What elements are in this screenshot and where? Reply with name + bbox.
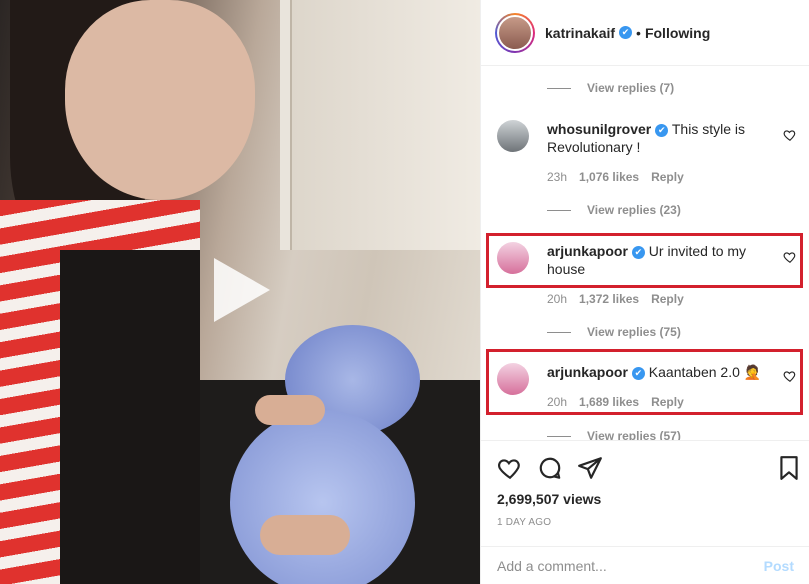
- view-replies-label: View replies (57): [587, 429, 681, 440]
- verified-badge-icon: ✔: [631, 246, 645, 259]
- video-scene-apron: [60, 250, 200, 584]
- comment-body: arjunkapoor ✔ Kaantaben 2.0 🤦: [547, 363, 762, 381]
- comment-text: Kaantaben 2.0 🤦: [648, 364, 762, 380]
- author-avatar[interactable]: [495, 12, 535, 53]
- verified-badge-icon: ✔: [655, 124, 669, 137]
- commenter-avatar[interactable]: [497, 363, 529, 395]
- post-comment-button[interactable]: Post: [764, 558, 794, 574]
- play-icon[interactable]: [214, 258, 270, 322]
- comment-username[interactable]: whosunilgrover: [547, 121, 651, 137]
- comments-list[interactable]: View replies (7) whosunilgrover ✔ This st…: [481, 66, 809, 440]
- comment-age[interactable]: 20h: [547, 395, 567, 409]
- comment-item: arjunkapoor ✔ Ur invited to my house 20h …: [497, 242, 797, 312]
- like-heart-icon[interactable]: [497, 455, 523, 481]
- verified-badge-icon: ✔: [631, 367, 645, 380]
- save-bookmark-icon[interactable]: [776, 455, 802, 481]
- comment-meta: 20h 1,372 likes Reply: [547, 292, 684, 306]
- comment-item: arjunkapoor ✔ Kaantaben 2.0 🤦 20h 1,689 l…: [497, 363, 797, 413]
- comment-icon[interactable]: [537, 455, 563, 481]
- header-separator: •: [636, 24, 641, 41]
- view-replies-button[interactable]: View replies (75): [547, 325, 681, 339]
- comment-meta: 20h 1,689 likes Reply: [547, 395, 684, 409]
- comment-meta: 23h 1,076 likes Reply: [547, 170, 684, 184]
- view-replies-label: View replies (75): [587, 325, 681, 339]
- view-replies-button[interactable]: View replies (57): [547, 429, 681, 440]
- comment-input[interactable]: [497, 557, 764, 574]
- add-comment-bar: Post: [481, 546, 809, 584]
- comment-body: whosunilgrover ✔ This style is Revolution…: [547, 120, 762, 156]
- video-scene-face: [65, 0, 255, 200]
- reply-line: [547, 209, 571, 211]
- verified-badge-icon: ✔: [619, 26, 633, 39]
- video-scene-plate: [230, 410, 415, 584]
- post-video[interactable]: [0, 0, 480, 584]
- post-header: katrinakaif ✔ • Following: [481, 0, 809, 66]
- like-heart-icon[interactable]: [783, 250, 797, 264]
- commenter-avatar[interactable]: [497, 120, 529, 152]
- reply-line: [547, 87, 571, 89]
- view-replies-label: View replies (23): [587, 203, 681, 217]
- comment-likes[interactable]: 1,372 likes: [579, 292, 639, 306]
- like-heart-icon[interactable]: [783, 128, 797, 142]
- comment-likes[interactable]: 1,076 likes: [579, 170, 639, 184]
- view-replies-button[interactable]: View replies (23): [547, 203, 681, 217]
- video-scene-cabinet: [290, 0, 480, 250]
- reply-button[interactable]: Reply: [651, 395, 684, 409]
- comment-item: whosunilgrover ✔ This style is Revolution…: [497, 120, 797, 190]
- comment-username[interactable]: arjunkapoor: [547, 243, 628, 259]
- post-sidebar: katrinakaif ✔ • Following View replies (…: [480, 0, 809, 584]
- reply-button[interactable]: Reply: [651, 292, 684, 306]
- comment-likes[interactable]: 1,689 likes: [579, 395, 639, 409]
- author-username[interactable]: katrinakaif: [545, 25, 615, 41]
- view-count[interactable]: 2,699,507 views: [497, 491, 601, 507]
- video-scene-hand: [260, 515, 350, 555]
- view-replies-label: View replies (7): [587, 81, 675, 95]
- post-actions: 2,699,507 views 1 DAY AGO: [481, 440, 809, 530]
- commenter-avatar[interactable]: [497, 242, 529, 274]
- comment-age[interactable]: 23h: [547, 170, 567, 184]
- reply-line: [547, 331, 571, 333]
- comment-body: arjunkapoor ✔ Ur invited to my house: [547, 242, 762, 278]
- like-heart-icon[interactable]: [783, 369, 797, 383]
- post-date[interactable]: 1 DAY AGO: [497, 517, 551, 528]
- comment-age[interactable]: 20h: [547, 292, 567, 306]
- reply-line: [547, 435, 571, 437]
- comment-username[interactable]: arjunkapoor: [547, 364, 628, 380]
- following-button[interactable]: Following: [645, 25, 710, 41]
- view-replies-button[interactable]: View replies (7): [547, 81, 674, 95]
- reply-button[interactable]: Reply: [651, 170, 684, 184]
- video-scene-hand: [255, 395, 325, 425]
- share-icon[interactable]: [577, 455, 603, 481]
